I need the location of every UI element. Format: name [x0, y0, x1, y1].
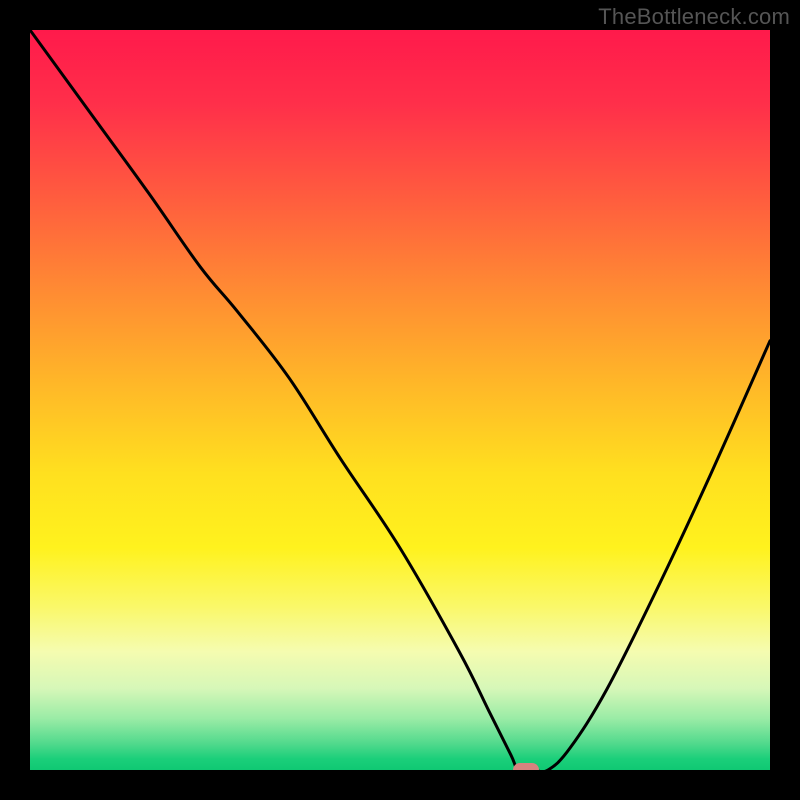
watermark-text: TheBottleneck.com [598, 4, 790, 30]
optimal-point-marker [513, 763, 539, 770]
plot-area [30, 30, 770, 770]
chart-frame: TheBottleneck.com [0, 0, 800, 800]
bottleneck-curve [30, 30, 770, 770]
